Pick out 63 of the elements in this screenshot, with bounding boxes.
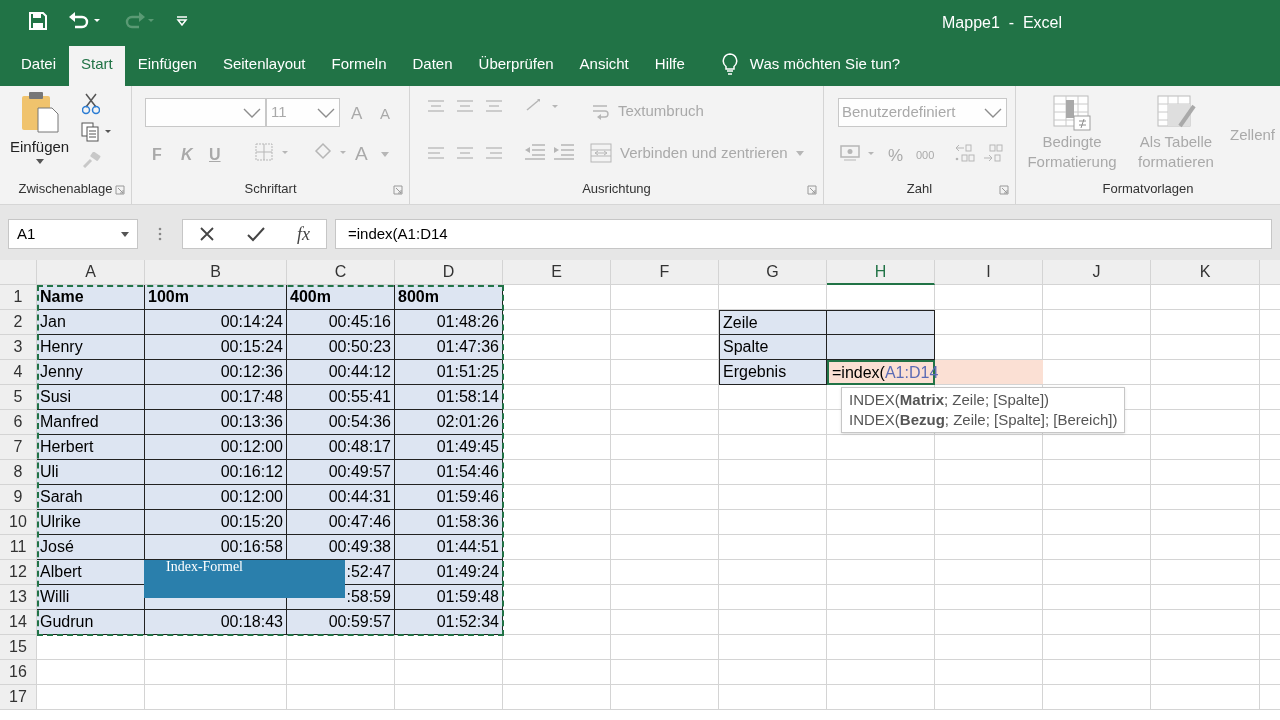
table-cell: Zeile: [719, 310, 827, 335]
table-cell: 00:48:17: [287, 435, 395, 460]
table-cell: Susi: [37, 385, 145, 410]
table-cell: 00:45:16: [287, 310, 395, 335]
table-cell: 01:51:25: [395, 360, 503, 385]
group-label: Ausrichtung: [582, 180, 651, 199]
table-cell: 00:50:23: [287, 335, 395, 360]
annotation-banner: Index-Formel: [144, 560, 345, 598]
table-cell: 00:12:00: [145, 435, 287, 460]
table-cell: 01:59:48: [395, 585, 503, 610]
table-cell: 100m: [145, 285, 287, 310]
table-cell: 00:12:00: [145, 485, 287, 510]
table-cell: 800m: [395, 285, 503, 310]
table-cell: 00:44:31: [287, 485, 395, 510]
table-cell: Uli: [37, 460, 145, 485]
table-cell: Willi: [37, 585, 145, 610]
table-cell: Jenny: [37, 360, 145, 385]
table-cell: 01:58:14: [395, 385, 503, 410]
table-cell: Ergebnis: [719, 360, 827, 385]
table-cell: Ulrike: [37, 510, 145, 535]
table-cell: José: [37, 535, 145, 560]
table-cell: 00:47:46: [287, 510, 395, 535]
group-label: Formatvorlagen: [1102, 180, 1194, 199]
table-cell: Jan: [37, 310, 145, 335]
table-cell: 01:48:26: [395, 310, 503, 335]
table-cell: Henry: [37, 335, 145, 360]
group-label: Schriftart: [244, 180, 297, 199]
table-cell: Gudrun: [37, 610, 145, 635]
table-cell: Name: [37, 285, 145, 310]
table-cell: 00:18:43: [145, 610, 287, 635]
table-cell: 01:49:24: [395, 560, 503, 585]
table-cell: 00:12:36: [145, 360, 287, 385]
table-cell: 00:15:24: [145, 335, 287, 360]
table-cell: 01:49:45: [395, 435, 503, 460]
table-cell: Spalte: [719, 335, 827, 360]
table-cell: 01:47:36: [395, 335, 503, 360]
window-title: Mappe1 - Excel: [942, 13, 1063, 33]
table-cell: 00:16:58: [145, 535, 287, 560]
table-cell: 00:17:48: [145, 385, 287, 410]
table-cell: 01:58:36: [395, 510, 503, 535]
table-cell: 00:44:12: [287, 360, 395, 385]
table-cell: 00:49:57: [287, 460, 395, 485]
table-cell: 01:52:34: [395, 610, 503, 635]
table-cell: 400m: [287, 285, 395, 310]
table-cell: 00:13:36: [145, 410, 287, 435]
table-cell: 00:55:41: [287, 385, 395, 410]
function-tooltip: INDEX(Matrix; Zeile; [Spalte]) INDEX(Bezug; Zeile; [Spalte]; [Bereich]): [841, 387, 1126, 433]
table-cell: Manfred: [37, 410, 145, 435]
table-cell: 02:01:26: [395, 410, 503, 435]
table-cell: 00:16:12: [145, 460, 287, 485]
group-label: Zahl: [906, 180, 933, 199]
table-cell: 00:14:24: [145, 310, 287, 335]
table-cell: 00:54:36: [287, 410, 395, 435]
table-cell: Herbert: [37, 435, 145, 460]
table-cell: 01:59:46: [395, 485, 503, 510]
table-cell: Albert: [37, 560, 145, 585]
table-cell: 00:49:38: [287, 535, 395, 560]
table-cell: Sarah: [37, 485, 145, 510]
group-label: Zwischenablage: [18, 180, 113, 199]
table-cell: 01:44:51: [395, 535, 503, 560]
table-cell: 01:54:46: [395, 460, 503, 485]
table-cell: 00:15:20: [145, 510, 287, 535]
table-cell: 00:59:57: [287, 610, 395, 635]
